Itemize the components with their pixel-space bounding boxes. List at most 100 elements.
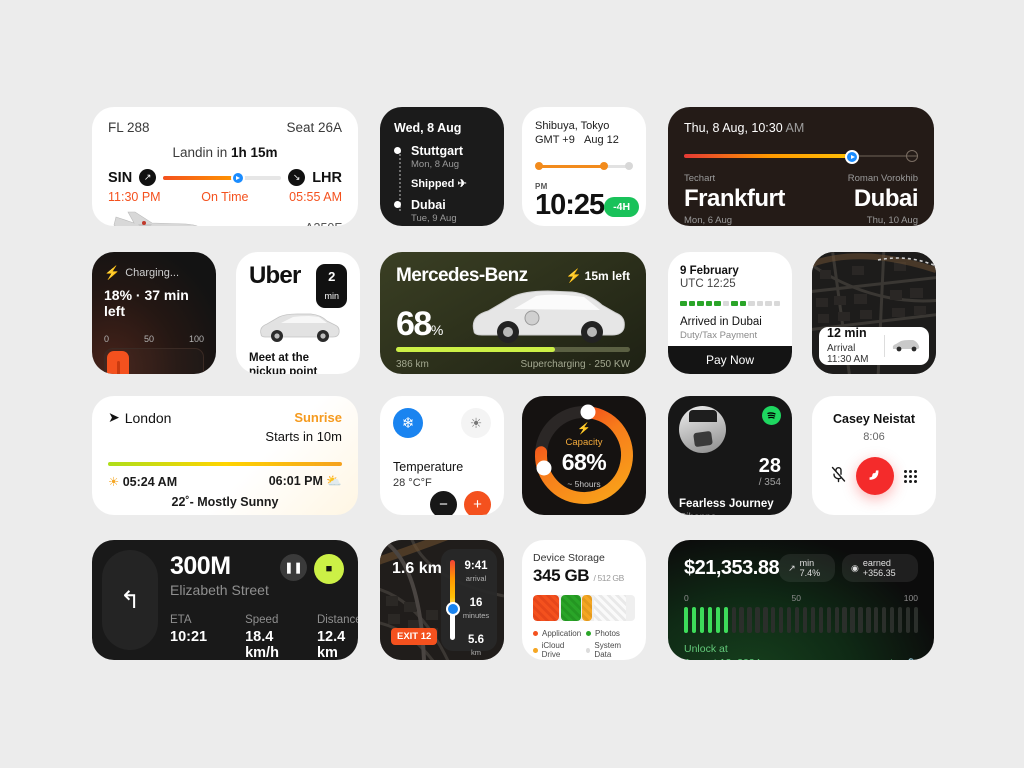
parcel-date: 9 February [680,265,739,277]
investment-bar [874,607,879,633]
clock-offset-row: GMT +9 Aug 12 [535,134,633,146]
mercedes-charging-card[interactable]: Mercedes-Benz ⚡ 15m left 68% 386 km Supe… [380,252,646,374]
mute-icon[interactable] [831,466,846,486]
sun-icon[interactable]: ☀ [461,408,491,438]
increase-button[interactable]: + [464,491,491,515]
end-call-button[interactable] [856,457,894,495]
turn-left-icon[interactable]: ↰ [102,550,158,650]
map-navigation-card[interactable]: 1.6 km EXIT 12 9:41 arrival 16 minutes 5… [380,540,504,660]
flight-progress-bar[interactable] [163,170,282,185]
eta-text: 12 min Arrival 11:30 AM [827,326,878,365]
battery-charging-card[interactable]: ⚡ Charging... 18% · 37 min left 0 50 100 [92,252,216,374]
capacity-ring-card[interactable]: ⚡ Capacity 68% ~ 5hours [522,396,646,515]
flight-status-card[interactable]: FL 288 Seat 26A Landin in 1h 15m SIN ↗ ↘… [92,107,358,226]
trip-origin: Techart Frankfurt Mon, 6 Aug [684,173,785,226]
investment-bar [731,607,736,633]
unlock-label: Unlock at [684,643,728,655]
clock-timeline[interactable] [535,162,633,170]
investment-header: $21,353.88 ↗ min 7.4% ◉ earned +356.35 [684,554,918,582]
investment-bar [897,607,903,633]
stat-eta: ETA 10:21 [170,614,207,660]
investment-bar [715,607,721,633]
trip-progress-bar[interactable] [684,149,918,164]
trip-destination-date: Thu, 10 Aug [866,215,918,226]
landing-prefix: Landin in [172,145,232,160]
investment-bar [842,607,847,633]
trip-progress-card[interactable]: Thu, 8 Aug, 10:30 AM Techart Frankfurt M… [668,107,934,226]
panel-value: 5.6 [468,634,484,646]
scale-mid: 50 [791,593,801,603]
investment-card[interactable]: $21,353.88 ↗ min 7.4% ◉ earned +356.35 0 5… [668,540,934,660]
charging-gauge[interactable] [104,348,204,374]
investment-bar [739,607,744,633]
sunrise-city: London [124,409,172,426]
sunset-time: 06:01 PM [268,474,323,488]
scale-max: 100 [188,334,204,344]
route-progress-bar [450,560,455,640]
spotify-player-card[interactable]: 28 / 354 Fearless Journey Rihanna [668,396,792,515]
flight-progress-knob[interactable] [230,170,245,185]
panel-unit: minutes [462,610,490,620]
lock-icon: 🔒 [905,657,918,660]
sedan-car-icon [260,313,340,342]
uber-ride-card[interactable]: Uber 2 min Meet at the pickup point Merc… [236,252,360,374]
world-clock-card[interactable]: Shibuya, Tokyo GMT +9 Aug 12 PM 10:25 -4… [522,107,646,226]
investment-bar [794,607,800,633]
device-storage-card[interactable]: Device Storage 345 GB / 512 GB Applicati… [522,540,646,660]
temperature-modes: ❄ ☀ [393,408,491,438]
investment-amount: $21,353.88 [684,556,780,579]
trip-progress-knob[interactable] [845,150,860,164]
pause-button[interactable]: ❚❚ [280,554,307,581]
spotify-header [679,406,781,453]
capacity-label: Capacity [565,437,603,448]
shipment-card[interactable]: Wed, 8 Aug Stuttgart Mon, 8 Aug Shipped … [380,107,504,226]
stat-label: ETA [170,614,192,626]
investment-bar [889,607,895,633]
flight-footer: A350F [108,209,342,226]
turn-distance: 300M [170,552,231,580]
track-title: Fearless Journey [679,498,774,510]
track-artist: Rihanna [679,512,781,515]
shipment-step-transit: Shipped ✈ [411,178,467,190]
track-counter: 28 / 354 [679,456,781,488]
street-name: Elizabeth Street [170,582,269,598]
navigation-card[interactable]: ↰ 300M Elizabeth Street ❚❚ ■ ETA 10:21 S… [92,540,358,660]
sunrise-card[interactable]: ➤ London Sunrise Starts in 10m ☀ 05:24 A… [92,396,358,515]
earned-chip[interactable]: ◉ earned +356.35 [841,554,918,582]
investment-bar [802,607,808,633]
trip-panel[interactable]: 9:41 arrival 16 minutes 5.6 km [441,549,497,657]
investment-bar [763,607,768,633]
investment-bar [707,607,713,633]
investment-bar [684,607,689,633]
navigation-body: 300M Elizabeth Street ❚❚ ■ ETA 10:21 Spe… [170,554,358,661]
stop-button[interactable]: ■ [314,554,344,584]
mercedes-progress-bar[interactable] [396,347,630,352]
active-call-card[interactable]: Casey Neistat 8:06 [812,396,936,515]
eta-sheet[interactable]: 12 min Arrival 11:30 AM [819,326,929,365]
stat-value: 12.4 km [316,629,346,660]
call-controls [822,457,926,495]
investment-bar [779,607,784,633]
parcel-payment-card[interactable]: 9 February UTC 12:25 Arrived in Dubai Du… [668,252,792,374]
panel-arrival: 9:41 arrival [459,560,493,583]
map-eta-card[interactable]: 12 min Arrival 11:30 AM [812,252,936,374]
navigation-header: 300M Elizabeth Street ❚❚ ■ [170,554,344,598]
navigation-text: 300M Elizabeth Street [170,552,269,599]
trip-origin-date: Mon, 6 Aug [684,215,733,226]
time-left-text: 15m left [584,269,630,283]
investment-bar [850,607,855,633]
investment-bar [747,607,752,633]
snowflake-icon[interactable]: ❄ [393,408,423,438]
investment-bars [684,607,919,633]
keypad-icon[interactable] [904,469,917,483]
stat-label: Speed [245,614,279,626]
landing-time: 1h 15m [231,145,278,160]
decrease-button[interactable]: − [430,491,457,515]
pay-now-button[interactable]: Pay Now [668,346,792,374]
temperature-card[interactable]: ❄ ☀ Temperature 28 °C°F − + [380,396,504,515]
min-rate-chip[interactable]: ↗ min 7.4% [779,554,835,582]
investment-bar [771,607,776,633]
flight-number: FL 288 [108,120,150,135]
investment-footer: Unlock at August 12, 2024 35% maturity 🔒 [684,642,918,660]
sedan-car-icon [892,340,920,352]
